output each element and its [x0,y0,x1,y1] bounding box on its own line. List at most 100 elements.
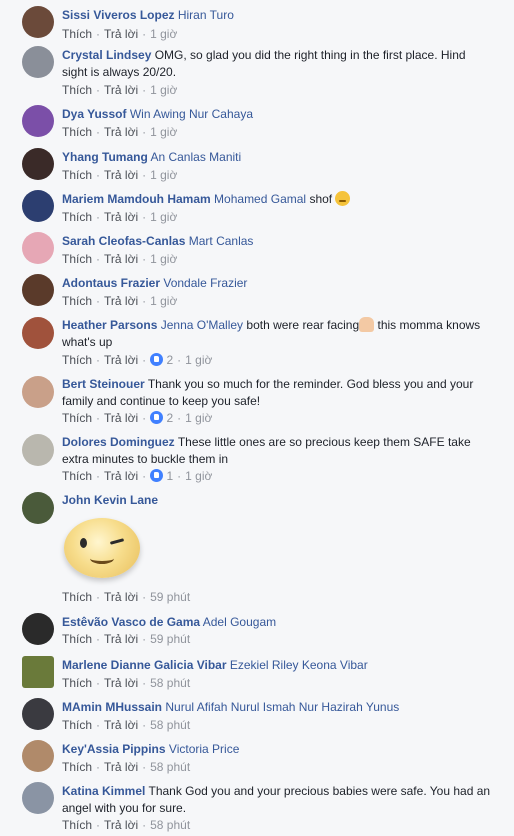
commenter-name[interactable]: Sarah Cleofas-Canlas [62,234,185,248]
timestamp[interactable]: 1 giờ [185,469,212,483]
reply-link[interactable]: Trả lời [104,718,138,732]
timestamp[interactable]: 1 giờ [150,210,177,224]
reply-link[interactable]: Trả lời [104,590,138,604]
timestamp[interactable]: 1 giờ [185,411,212,425]
commenter-name[interactable]: Dolores Dominguez [62,435,175,449]
tagged-names[interactable]: Win Awing Nur Cahaya [130,107,253,121]
like-count[interactable]: 2 [166,353,173,367]
avatar[interactable] [22,190,54,222]
like-count-icon[interactable] [150,469,164,482]
avatar[interactable] [22,492,54,524]
like-link[interactable]: Thích [62,590,92,604]
avatar[interactable] [22,274,54,306]
comment-actions: Thích · Trả lời · 2 · 1 giờ [62,353,213,367]
reply-link[interactable]: Trả lời [104,676,138,690]
avatar[interactable] [22,232,54,264]
timestamp[interactable]: 1 giờ [150,168,177,182]
avatar[interactable] [22,613,54,645]
tagged-names[interactable]: Hiran Turo [178,8,234,22]
tagged-names[interactable]: Adel Gougam [203,615,276,629]
avatar[interactable] [22,656,54,688]
timestamp[interactable]: 59 phút [150,632,190,646]
avatar[interactable] [22,434,54,466]
commenter-name[interactable]: Mariem Mamdouh Hamam [62,192,211,206]
like-link[interactable]: Thích [62,818,92,832]
timestamp[interactable]: 1 giờ [150,125,177,139]
tagged-names[interactable]: An Canlas Maniti [150,150,241,164]
timestamp[interactable]: 1 giờ [150,83,177,97]
like-link[interactable]: Thích [62,411,92,425]
tagged-names[interactable]: Ezekiel Riley Keona Vibar [230,658,368,672]
timestamp[interactable]: 1 giờ [150,294,177,308]
like-link[interactable]: Thích [62,632,92,646]
reply-link[interactable]: Trả lời [104,818,138,832]
winking-face-sticker[interactable] [64,518,140,578]
reply-link[interactable]: Trả lời [104,27,138,41]
reply-link[interactable]: Trả lời [104,83,138,97]
reply-link[interactable]: Trả lời [104,252,138,266]
commenter-name[interactable]: Heather Parsons [62,318,157,332]
commenter-name[interactable]: John Kevin Lane [62,493,158,507]
timestamp[interactable]: 1 giờ [150,252,177,266]
timestamp[interactable]: 58 phút [150,718,190,732]
timestamp[interactable]: 58 phút [150,818,190,832]
reply-link[interactable]: Trả lời [104,210,138,224]
avatar[interactable] [22,46,54,78]
comment-actions: Thích · Trả lời · 58 phút [62,718,191,732]
commenter-name[interactable]: MAmin MHussain [62,700,162,714]
reply-link[interactable]: Trả lời [104,168,138,182]
like-link[interactable]: Thích [62,168,92,182]
like-link[interactable]: Thích [62,252,92,266]
tagged-names[interactable]: Mart Canlas [189,234,254,248]
commenter-name[interactable]: Yhang Tumang [62,150,148,164]
like-link[interactable]: Thích [62,125,92,139]
commenter-name[interactable]: Estêvão Vasco de Gama [62,615,200,629]
avatar[interactable] [22,782,54,814]
like-link[interactable]: Thích [62,294,92,308]
like-link[interactable]: Thích [62,353,92,367]
commenter-name[interactable]: Katina Kimmel [62,784,145,798]
reply-link[interactable]: Trả lời [104,353,138,367]
reply-link[interactable]: Trả lời [104,760,138,774]
commenter-name[interactable]: Sissi Viveros Lopez [62,8,175,22]
like-link[interactable]: Thích [62,760,92,774]
timestamp[interactable]: 1 giờ [185,353,212,367]
like-count[interactable]: 1 [166,469,173,483]
avatar[interactable] [22,6,54,38]
reply-link[interactable]: Trả lời [104,125,138,139]
reply-link[interactable]: Trả lời [104,632,138,646]
commenter-name[interactable]: Key'Assia Pippins [62,742,166,756]
like-link[interactable]: Thích [62,676,92,690]
avatar[interactable] [22,317,54,349]
avatar[interactable] [22,148,54,180]
reply-link[interactable]: Trả lời [104,411,138,425]
like-link[interactable]: Thích [62,210,92,224]
timestamp[interactable]: 58 phút [150,760,190,774]
like-count-icon[interactable] [150,353,164,366]
tagged-names[interactable]: Jenna O'Malley [161,318,243,332]
commenter-name[interactable]: Adontaus Frazier [62,276,160,290]
reply-link[interactable]: Trả lời [104,294,138,308]
timestamp[interactable]: 1 giờ [150,27,177,41]
avatar[interactable] [22,698,54,730]
tagged-names[interactable]: Nurul Afifah Nurul Ismah Nur Hazirah Yun… [165,700,399,714]
tagged-names[interactable]: Victoria Price [169,742,239,756]
tagged-names[interactable]: Mohamed Gamal [214,192,306,206]
like-link[interactable]: Thích [62,27,92,41]
timestamp[interactable]: 59 phút [150,590,190,604]
commenter-name[interactable]: Crystal Lindsey [62,48,151,62]
timestamp[interactable]: 58 phút [150,676,190,690]
tagged-names[interactable]: Vondale Frazier [163,276,247,290]
like-count[interactable]: 2 [166,411,173,425]
like-link[interactable]: Thích [62,718,92,732]
commenter-name[interactable]: Marlene Dianne Galicia Vibar [62,658,227,672]
avatar[interactable] [22,376,54,408]
reply-link[interactable]: Trả lời [104,469,138,483]
commenter-name[interactable]: Bert Steinouer [62,377,145,391]
like-link[interactable]: Thích [62,469,92,483]
commenter-name[interactable]: Dya Yussof [62,107,126,121]
like-count-icon[interactable] [150,411,164,424]
avatar[interactable] [22,105,54,137]
like-link[interactable]: Thích [62,83,92,97]
avatar[interactable] [22,740,54,772]
